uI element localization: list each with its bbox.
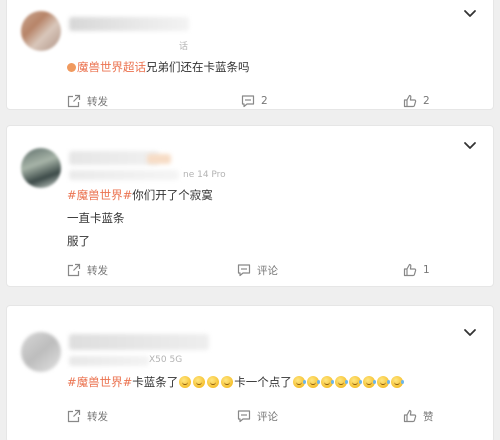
- post-text: 魔兽世界超话兄弟们还在卡蓝条吗: [67, 59, 250, 75]
- repost-icon: [67, 409, 81, 423]
- time-blurred: [69, 170, 179, 180]
- post-text-line: #魔兽世界#你们开了个寂寞: [67, 187, 213, 203]
- repost-button[interactable]: 转发: [67, 260, 108, 280]
- post-body: 卡一个点了: [234, 375, 292, 389]
- comment-icon: [237, 410, 251, 423]
- post-meta: ne 14 Pro: [183, 170, 226, 180]
- emoji-icon: [376, 376, 390, 388]
- like-icon: [403, 263, 417, 277]
- repost-label: 转发: [87, 95, 108, 108]
- post-meta: X50 5G: [149, 355, 183, 365]
- like-count: 1: [423, 264, 430, 276]
- action-bar: 转发 评论 赞: [7, 406, 495, 426]
- comment-label: 评论: [257, 264, 278, 277]
- repost-label: 转发: [87, 264, 108, 277]
- comment-label: 评论: [257, 410, 278, 423]
- post-body: 兄弟们还在卡蓝条吗: [146, 60, 250, 74]
- like-button[interactable]: 1: [403, 260, 430, 280]
- emoji-icon: [362, 376, 376, 388]
- emoji-icon: [179, 376, 192, 388]
- emoji-icon: [207, 376, 220, 388]
- emoji-icon: [221, 376, 234, 388]
- comment-button[interactable]: 2: [241, 91, 268, 111]
- action-bar: 转发 2 2: [7, 91, 495, 111]
- repost-label: 转发: [87, 410, 108, 423]
- emoji-icon: [348, 376, 362, 388]
- topic-link[interactable]: #魔兽世界#: [67, 188, 132, 202]
- post-card: X50 5G #魔兽世界#卡蓝条了 卡一个点了 转发 评论 赞: [6, 305, 494, 440]
- badge-blurred: [147, 154, 171, 164]
- emoji-icon: [390, 376, 404, 388]
- post-meta: 话: [179, 42, 189, 52]
- post-body: 你们开了个寂寞: [132, 188, 213, 202]
- feed: 话 魔兽世界超话兄弟们还在卡蓝条吗 转发 2 2 ne 14 Pro #魔兽世界…: [0, 0, 500, 440]
- comment-icon: [237, 264, 251, 277]
- topic-link[interactable]: #魔兽世界#: [67, 375, 132, 389]
- chevron-down-icon[interactable]: [463, 9, 477, 19]
- username-blurred: [69, 17, 189, 31]
- username-blurred: [69, 334, 209, 350]
- like-icon: [403, 94, 417, 108]
- post-card: ne 14 Pro #魔兽世界#你们开了个寂寞 一直卡蓝条 服了 转发 评论 1: [6, 125, 494, 287]
- like-label: 赞: [423, 410, 434, 423]
- emoji-icon: [334, 376, 348, 388]
- repost-button[interactable]: 转发: [67, 406, 108, 426]
- time-blurred: [69, 356, 149, 366]
- comment-button[interactable]: 评论: [237, 406, 278, 426]
- emoji-icon: [320, 376, 334, 388]
- chevron-down-icon[interactable]: [463, 141, 477, 151]
- repost-button[interactable]: 转发: [67, 91, 108, 111]
- post-text: #魔兽世界#卡蓝条了 卡一个点了: [67, 374, 404, 390]
- emoji-icon: [292, 376, 306, 388]
- post-text-line: 服了: [67, 234, 90, 248]
- like-icon: [403, 409, 417, 423]
- comment-icon: [241, 95, 255, 108]
- username-blurred: [69, 151, 159, 165]
- chevron-down-icon[interactable]: [463, 328, 477, 338]
- topic-link[interactable]: 魔兽世界超话: [77, 60, 146, 74]
- comment-button[interactable]: 评论: [237, 260, 278, 280]
- like-button[interactable]: 2: [403, 91, 430, 111]
- avatar[interactable]: [21, 11, 61, 51]
- action-bar: 转发 评论 1: [7, 260, 495, 280]
- post-card: 话 魔兽世界超话兄弟们还在卡蓝条吗 转发 2 2: [6, 0, 494, 110]
- repost-icon: [67, 263, 81, 277]
- like-count: 2: [423, 95, 430, 107]
- emoji-icon: [306, 376, 320, 388]
- post-text-line: 一直卡蓝条: [67, 211, 125, 225]
- repost-icon: [67, 94, 81, 108]
- emoji-icon: [193, 376, 206, 388]
- avatar[interactable]: [21, 148, 61, 188]
- post-body: 卡蓝条了: [132, 375, 179, 389]
- like-button[interactable]: 赞: [403, 406, 434, 426]
- avatar[interactable]: [21, 332, 61, 372]
- topic-icon: [67, 63, 76, 72]
- comment-count: 2: [261, 95, 268, 107]
